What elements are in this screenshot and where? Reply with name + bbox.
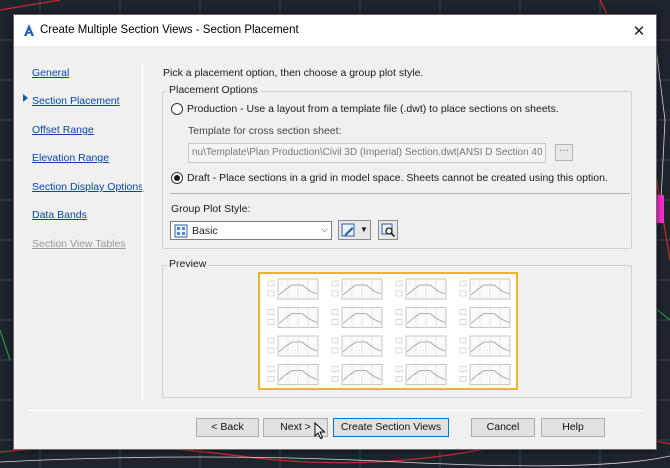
pick-from-drawing-icon xyxy=(381,223,396,237)
preview-section-thumbnail xyxy=(395,335,447,357)
button-bar-divider xyxy=(27,410,644,411)
preview-section-thumbnail xyxy=(267,307,319,328)
cancel-button[interactable]: Cancel xyxy=(471,418,535,437)
preview-section-thumbnail xyxy=(395,307,447,328)
nav-item-data-bands[interactable]: Data Bands xyxy=(32,209,87,221)
create-multiple-section-views-dialog: Create Multiple Section Views - Section … xyxy=(13,14,657,450)
group-plot-style-select[interactable]: Basic ⌵ xyxy=(170,221,332,240)
help-button[interactable]: Help xyxy=(541,418,605,437)
group-plot-style-icon xyxy=(174,224,188,238)
civil3d-app-icon xyxy=(24,24,34,36)
dropdown-arrow-icon: ▼ xyxy=(360,225,368,234)
nav-item-section-view-tables: Section View Tables xyxy=(32,238,126,250)
group-plot-preview xyxy=(258,272,518,390)
preview-section-thumbnail xyxy=(331,364,383,385)
preview-section-thumbnail xyxy=(395,278,447,300)
preview-section-thumbnail xyxy=(267,335,319,357)
nav-item-elevation-range[interactable]: Elevation Range xyxy=(32,152,109,164)
preview-section-thumbnail xyxy=(459,364,511,385)
placement-divider xyxy=(170,193,630,194)
preview-section-thumbnail xyxy=(267,364,319,385)
nav-item-section-placement[interactable]: Section Placement xyxy=(32,95,120,107)
close-button[interactable]: ✕ xyxy=(622,15,656,46)
group-plot-style-label: Group Plot Style: xyxy=(171,203,251,215)
edit-style-icon xyxy=(341,223,355,237)
preview-title: Preview xyxy=(167,258,209,270)
preview-section-thumbnail xyxy=(267,278,319,300)
group-plot-style-value: Basic xyxy=(192,225,218,237)
close-icon: ✕ xyxy=(632,22,646,40)
preview-section-thumbnail xyxy=(331,335,383,357)
draft-label: Draft - Place sections in a grid in mode… xyxy=(187,172,608,184)
preview-section-thumbnail xyxy=(459,335,511,357)
preview-section-thumbnail xyxy=(331,278,383,300)
nav-item-general[interactable]: General xyxy=(32,67,69,79)
production-label: Production - Use a layout from a templat… xyxy=(187,103,559,115)
current-page-marker-icon xyxy=(23,94,28,102)
ellipsis-icon: ··· xyxy=(559,145,569,156)
nav-divider xyxy=(142,63,143,401)
production-radio[interactable] xyxy=(171,103,183,115)
nav-item-section-display-options[interactable]: Section Display Options xyxy=(32,181,143,193)
preview-section-thumbnail xyxy=(459,278,511,300)
template-label: Template for cross section sheet: xyxy=(188,125,342,137)
edit-style-split-button[interactable]: ▼ xyxy=(338,220,371,240)
create-section-views-button[interactable]: Create Section Views xyxy=(333,418,449,437)
preview-section-thumbnail xyxy=(395,364,447,385)
back-button[interactable]: < Back xyxy=(196,418,259,437)
preview-section-thumbnail xyxy=(459,307,511,328)
instruction-text: Pick a placement option, then choose a g… xyxy=(163,67,424,79)
template-browse-button[interactable]: ··· xyxy=(555,144,573,161)
nav-item-offset-range[interactable]: Offset Range xyxy=(32,124,94,136)
pick-style-button[interactable] xyxy=(378,220,398,240)
draft-radio[interactable] xyxy=(171,172,183,184)
preview-grid-graphic xyxy=(267,278,511,385)
placement-options-title: Placement Options xyxy=(167,84,260,96)
template-path-field[interactable]: nu\Template\Plan Production\Civil 3D (Im… xyxy=(188,143,546,163)
mouse-cursor-icon xyxy=(314,422,326,440)
preview-section-thumbnail xyxy=(331,307,383,328)
dialog-titlebar: Create Multiple Section Views - Section … xyxy=(14,15,656,46)
dialog-title: Create Multiple Section Views - Section … xyxy=(40,24,299,36)
chevron-down-icon: ⌵ xyxy=(321,224,328,234)
